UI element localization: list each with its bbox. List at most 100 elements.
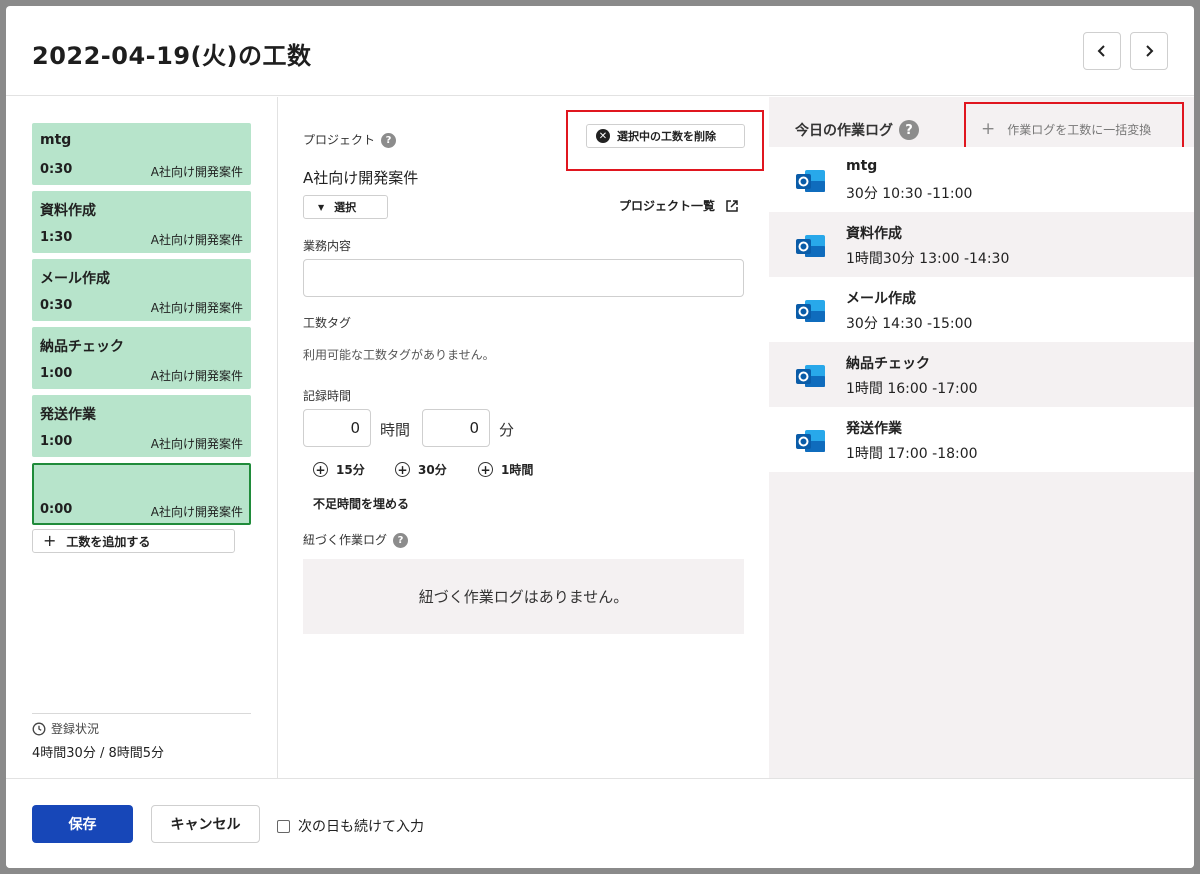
plus-circle-icon: +: [313, 462, 328, 477]
entry-card-selected[interactable]: 0:00 A社向け開発案件: [32, 463, 251, 525]
highlight-box: [566, 110, 764, 171]
work-log-item[interactable]: 発送作業 1時間 17:00 -18:00: [769, 407, 1194, 472]
status-label: 登録状況: [32, 720, 99, 737]
caret-down-icon: ▼: [318, 202, 325, 212]
log-time: 30分 14:30 -15:00: [846, 316, 973, 332]
outlook-icon: [796, 300, 825, 322]
entry-project: A社向け開発案件: [150, 437, 243, 451]
add-1hour-button[interactable]: + 1時間: [478, 461, 533, 478]
log-name: メール作成: [846, 291, 916, 307]
linked-log-label: 紐づく作業ログ?: [303, 531, 409, 548]
outlook-icon: [796, 365, 825, 387]
outlook-icon: [796, 430, 825, 452]
hours-input[interactable]: 0: [303, 409, 371, 447]
project-label-text: プロジェクト: [303, 133, 376, 147]
plus-circle-icon: +: [478, 462, 493, 477]
entry-name: 納品チェック: [40, 339, 124, 355]
entry-card[interactable]: 納品チェック 1:00 A社向け開発案件: [32, 327, 251, 389]
linked-log-label-text: 紐づく作業ログ: [303, 533, 388, 547]
project-name: A社向け開発案件: [303, 169, 419, 187]
add-15min-button[interactable]: + 15分: [313, 461, 365, 478]
work-log-list: mtg 30分 10:30 -11:00 資料作成 1時間30分 13:00 -…: [769, 147, 1194, 472]
entry-time: 1:30: [40, 230, 73, 245]
help-icon[interactable]: ?: [381, 133, 397, 148]
minutes-input[interactable]: 0: [422, 409, 490, 447]
chevron-right-icon: [1146, 45, 1154, 57]
log-time: 1時間 17:00 -18:00: [846, 446, 978, 462]
hours-unit: 時間: [380, 421, 411, 439]
entry-card[interactable]: mtg 0:30 A社向け開発案件: [32, 123, 251, 185]
help-icon[interactable]: ?: [899, 120, 919, 140]
quick-label: 1時間: [501, 463, 534, 477]
cancel-button[interactable]: キャンセル: [151, 805, 260, 843]
quick-label: 15分: [336, 463, 365, 477]
log-name: 発送作業: [846, 421, 902, 437]
tag-label: 工数タグ: [303, 316, 352, 330]
next-day-button[interactable]: [1130, 32, 1168, 70]
dialog-footer: 保存 キャンセル 次の日も続けて入力: [6, 778, 1194, 868]
dialog-header: 2022-04-19(火)の工数: [6, 6, 1194, 96]
entry-project: A社向け開発案件: [150, 369, 243, 383]
work-log-item[interactable]: mtg 30分 10:30 -11:00: [769, 147, 1194, 212]
entry-card[interactable]: メール作成 0:30 A社向け開発案件: [32, 259, 251, 321]
save-button[interactable]: 保存: [32, 805, 133, 843]
project-select-button[interactable]: ▼ 選択: [303, 195, 388, 219]
outlook-icon: [796, 170, 825, 192]
log-name: mtg: [846, 158, 878, 174]
project-list-label: プロジェクト一覧: [618, 199, 715, 213]
log-name: 納品チェック: [846, 356, 930, 372]
worklog-dialog: 2022-04-19(火)の工数 mtg 0:30 A社向け開発案件 資料作成 …: [6, 6, 1194, 868]
prev-day-button[interactable]: [1083, 32, 1121, 70]
continue-label: 次の日も続けて入力: [298, 819, 424, 835]
add-entry-button[interactable]: + 工数を追加する: [32, 529, 235, 553]
continue-next-day-option[interactable]: 次の日も続けて入力: [277, 816, 424, 836]
entry-time: 0:30: [40, 298, 73, 313]
entry-name: 資料作成: [40, 203, 96, 219]
entry-project: A社向け開発案件: [150, 505, 243, 519]
entry-time: 0:30: [40, 162, 73, 177]
work-log-panel: 今日の作業ログ? + 作業ログを工数に一括変換 mtg 30分 10:30 -1…: [769, 97, 1194, 778]
task-label: 業務内容: [303, 239, 352, 253]
quick-label: 30分: [418, 463, 447, 477]
no-tags-message: 利用可能な工数タグがありません。: [303, 348, 495, 362]
work-log-item[interactable]: メール作成 30分 14:30 -15:00: [769, 277, 1194, 342]
external-link-icon: [726, 199, 738, 212]
log-time: 30分 10:30 -11:00: [846, 186, 973, 202]
outlook-icon: [796, 235, 825, 257]
work-log-item[interactable]: 資料作成 1時間30分 13:00 -14:30: [769, 212, 1194, 277]
work-log-title-text: 今日の作業ログ: [795, 123, 893, 139]
add-30min-button[interactable]: + 30分: [395, 461, 447, 478]
add-entry-label: 工数を追加する: [66, 534, 151, 549]
plus-circle-icon: +: [395, 462, 410, 477]
entry-project: A社向け開発案件: [150, 301, 243, 315]
entry-card[interactable]: 発送作業 1:00 A社向け開発案件: [32, 395, 251, 457]
entry-form: プロジェクト? ✕ 選択中の工数を削除 A社向け開発案件 ▼ 選択 プロジェクト…: [279, 97, 769, 778]
log-name: 資料作成: [846, 226, 902, 242]
entry-project: A社向け開発案件: [150, 233, 243, 247]
entry-list: mtg 0:30 A社向け開発案件 資料作成 1:30 A社向け開発案件 メール…: [6, 97, 278, 778]
minutes-unit: 分: [499, 421, 515, 439]
project-list-link[interactable]: プロジェクト一覧: [619, 197, 739, 214]
clock-icon: [32, 722, 46, 735]
task-input[interactable]: [303, 259, 744, 297]
select-label: 選択: [334, 201, 357, 214]
entry-time: 0:00: [40, 502, 73, 517]
project-label: プロジェクト?: [303, 131, 397, 148]
work-log-title: 今日の作業ログ?: [795, 120, 919, 140]
entry-name: メール作成: [40, 271, 110, 287]
entry-card[interactable]: 資料作成 1:30 A社向け開発案件: [32, 191, 251, 253]
linked-log-empty: 紐づく作業ログはありません。: [303, 559, 744, 634]
entry-project: A社向け開発案件: [150, 165, 243, 179]
fill-shortage-button[interactable]: 不足時間を埋める: [313, 495, 409, 512]
status-value: 4時間30分 / 8時間5分: [32, 746, 164, 761]
time-label: 記録時間: [303, 389, 352, 403]
continue-checkbox[interactable]: [277, 819, 290, 833]
work-log-item[interactable]: 納品チェック 1時間 16:00 -17:00: [769, 342, 1194, 407]
log-time: 1時間30分 13:00 -14:30: [846, 251, 1010, 267]
plus-icon: +: [43, 531, 57, 550]
status-label-text: 登録状況: [51, 722, 100, 736]
log-time: 1時間 16:00 -17:00: [846, 381, 978, 397]
entry-time: 1:00: [40, 366, 73, 381]
entry-name: 発送作業: [40, 407, 96, 423]
help-icon[interactable]: ?: [393, 533, 409, 548]
